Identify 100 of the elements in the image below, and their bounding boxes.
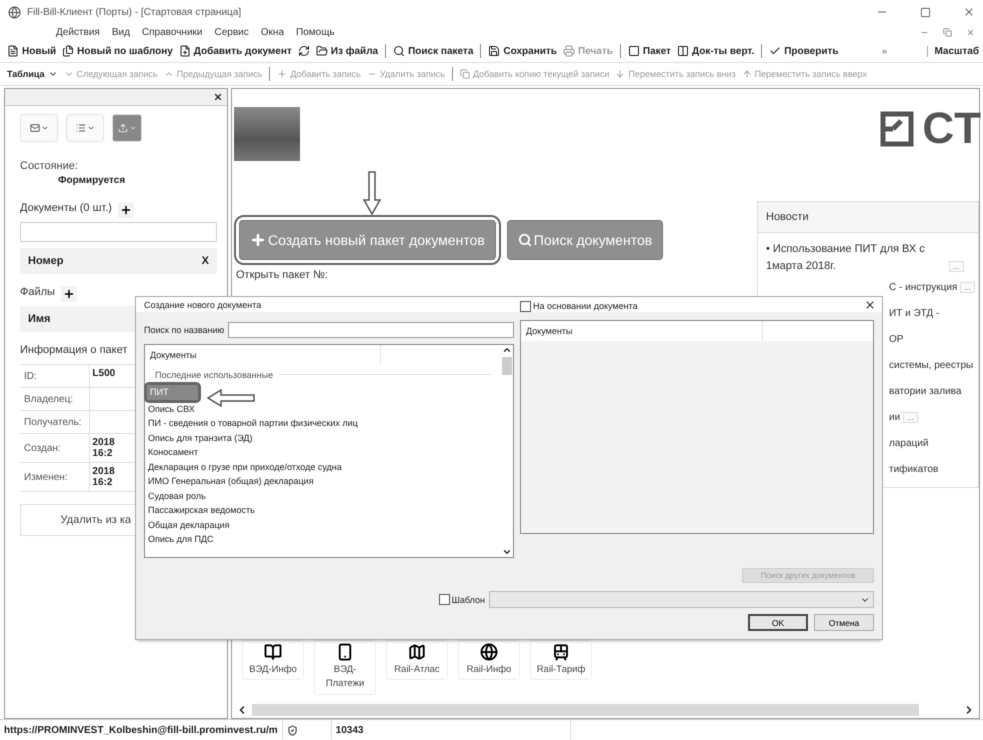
documents-title: Документы (0 шт.) [20, 202, 112, 214]
status-number: 10343 [332, 720, 571, 740]
phone-icon [336, 643, 354, 661]
zoom-label[interactable]: Масштаб [927, 46, 979, 56]
logo-icon [880, 111, 914, 147]
copy-icon [460, 69, 470, 79]
app-tile[interactable]: ВЭД-Платежи [314, 640, 376, 694]
scrollbar-thumb[interactable] [252, 704, 919, 716]
documents-field[interactable] [20, 222, 217, 242]
news-link[interactable]: • Использование ПИТ для ВХ с 1марта 2018г. [766, 241, 946, 274]
toolbar-button[interactable]: Сохранить [485, 44, 560, 58]
news-link[interactable]: ОР [889, 334, 904, 344]
arrow-down-icon [615, 69, 626, 79]
caret-icon [86, 124, 94, 132]
upload-icon [118, 123, 128, 133]
close-icon [864, 298, 876, 310]
down-arrow-icon [362, 171, 382, 215]
list-item[interactable]: Общая декларация [145, 518, 230, 532]
table-cell-text: ID: [23, 370, 38, 384]
add-button[interactable] [118, 202, 134, 218]
toolbar-button[interactable]: Док-ты верт. [674, 44, 758, 58]
restore-icon [943, 28, 952, 36]
ok-button[interactable]: OK [748, 614, 808, 631]
toolbar-button[interactable]: Новый [4, 44, 60, 58]
arrow-up-icon [742, 69, 752, 79]
cancel-button[interactable]: Отмена [814, 614, 874, 631]
add-button[interactable] [60, 286, 77, 302]
status-value: Формируется [57, 175, 126, 186]
plus-icon [120, 204, 132, 216]
search-field[interactable] [228, 322, 514, 338]
news-link[interactable]: системы, реестры [889, 360, 974, 370]
based-on-checkbox[interactable]: На основании документа [520, 300, 638, 312]
menu-item[interactable]: Вид [112, 26, 130, 38]
check-shield-icon [286, 724, 298, 736]
news-link[interactable]: ватории залива [889, 386, 962, 396]
dropdown-button[interactable] [112, 114, 142, 142]
scroll-down-icon [502, 547, 512, 557]
check-icon [769, 45, 782, 57]
news-link[interactable]: тификатов [889, 464, 938, 474]
menu-item[interactable]: Действия [56, 26, 100, 38]
photo-placeholder [234, 107, 300, 161]
more-button[interactable]: ... [903, 412, 918, 422]
list-item[interactable]: Опись СВХ [145, 402, 195, 416]
column-header: Документы [145, 345, 381, 365]
toolbar-button[interactable]: Из файла [312, 44, 382, 58]
news-link[interactable]: лараций [889, 438, 928, 448]
template-dropdown[interactable] [489, 591, 874, 608]
mail-icon [30, 123, 40, 133]
dropdown-button[interactable] [66, 114, 104, 142]
menu-item[interactable]: Сервис [214, 26, 249, 38]
news-link[interactable]: ии [889, 412, 900, 422]
app-tile[interactable]: Rail-Тариф [530, 640, 592, 680]
column-header: Номер [28, 255, 64, 267]
list-item[interactable]: ПИТ [147, 385, 198, 400]
map-icon [408, 643, 426, 661]
app-tile[interactable]: ВЭД-Инфо [242, 640, 304, 680]
menu-item[interactable]: Окна [260, 26, 284, 38]
toolbar-button[interactable]: Новый по шаблону [59, 44, 176, 58]
list-item[interactable]: ИМО Генеральная (общая) декларация [145, 474, 314, 488]
news-link[interactable]: С - инструкция [889, 282, 958, 292]
open-package-label: Открыть пакет №: [235, 269, 328, 281]
window-title: Fill-Bill-Клиент (Порты) - [Стартовая страница] [27, 6, 242, 18]
status-label: Состояние: [20, 160, 79, 172]
document-icon [7, 45, 19, 57]
train-icon [552, 643, 570, 661]
caret-icon [40, 124, 48, 132]
columns-icon [676, 45, 689, 57]
list-item[interactable]: Судовая роль [145, 488, 206, 503]
list-item[interactable]: Коносамент [145, 445, 198, 460]
toolbar-button[interactable]: Проверить [766, 44, 842, 58]
toolbar-button[interactable]: Добавить документ [176, 44, 295, 58]
news-link[interactable]: ИТ и ЭТД - [889, 308, 940, 318]
list-item[interactable]: ПИ - сведения о товарной партии физических лиц [145, 416, 358, 430]
close-icon [213, 92, 223, 102]
plus-icon [250, 232, 266, 248]
scrollbar-thumb[interactable] [502, 357, 512, 375]
table-dropdown[interactable]: Таблица [4, 68, 61, 80]
plus-icon [277, 69, 288, 79]
menu-item[interactable]: Справочники [142, 26, 203, 38]
template-checkbox[interactable]: Шаблон [438, 594, 485, 605]
more-button[interactable]: ... [960, 282, 976, 292]
documents-icon [62, 45, 74, 57]
delete-button[interactable]: Удалить из ка [20, 504, 138, 536]
toolbar-button[interactable]: Пакет [624, 44, 674, 58]
more-button[interactable]: ... [949, 260, 964, 272]
dropdown-button[interactable] [20, 114, 58, 142]
list-item[interactable]: Пассажирская ведомость [145, 503, 255, 518]
list-item[interactable]: Опись для транзита (ЭД) [145, 430, 253, 445]
search-label: Поиск по названию [144, 325, 224, 335]
toolbar-button[interactable]: Поиск пакета [390, 44, 476, 58]
status-url: https://PROMINVEST_Kolbeshin@fill-bill.prominvest.ru/m [0, 720, 283, 740]
overflow-button[interactable]: » [876, 46, 893, 56]
plus-icon [62, 288, 75, 300]
scroll-up-icon [502, 345, 512, 355]
list-item[interactable]: Опись для ПДС [145, 532, 214, 546]
list-item[interactable]: Декларация о грузе при приходе/отходе судна [145, 460, 342, 474]
save-icon [488, 45, 500, 57]
app-tile[interactable]: Rail-Атлас [386, 640, 448, 680]
menu-item[interactable]: Помощь [296, 26, 335, 38]
app-tile[interactable]: Rail-Инфо [458, 640, 520, 680]
